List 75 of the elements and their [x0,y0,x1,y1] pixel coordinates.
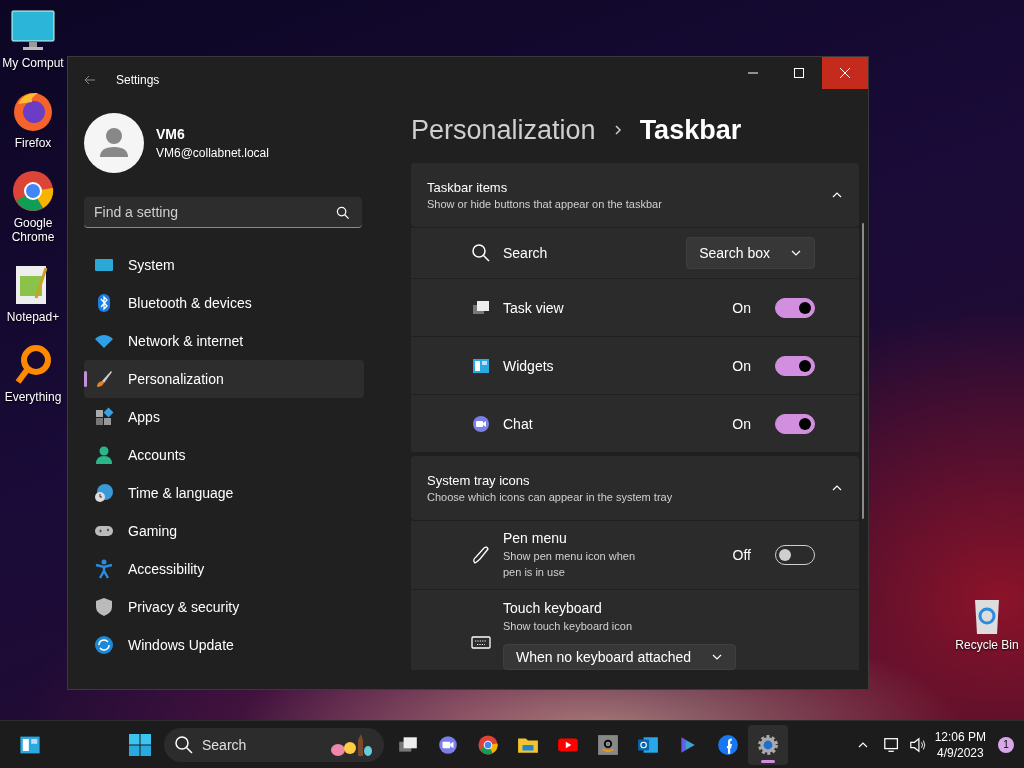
section-subtitle: Choose which icons can appear in the system tray [427,491,674,503]
speaker-icon [908,735,927,754]
section-header[interactable]: System tray icons Choose which icons can appear in the system tray [411,456,859,520]
desktop-icon-label[interactable]: Recycle Bin [955,638,1019,652]
setting-label: Task view [503,299,565,316]
nav-item[interactable]: Apps [84,398,364,436]
dropdown[interactable]: Search box [686,237,815,269]
person-icon [94,445,114,465]
accessibility-icon [94,559,114,579]
nav-item[interactable]: Gaming [84,512,364,550]
notification-badge[interactable]: 1 [998,736,1014,753]
maximize-icon [794,68,804,78]
nav-item[interactable]: Personalization [84,360,364,398]
window-title: Settings [116,73,160,87]
globe-clock-icon [94,483,114,503]
chat-camera-icon [437,733,459,756]
apps-icon [94,407,114,427]
taskbar-search-field[interactable]: Search [164,727,384,762]
clock-time[interactable]: 12:06 PM [934,728,986,745]
nav-item[interactable]: Windows Update [84,626,364,664]
user-email: VM6@collabnet.local [156,146,269,160]
nav-item[interactable]: Bluetooth & devices [84,284,364,322]
pen-icon [471,545,491,565]
chrome-icon [477,733,499,756]
toggle-state: Off [732,547,751,563]
desktop-icon-label[interactable]: Everything [4,390,62,404]
chrome-icon [10,168,56,214]
breadcrumb-link[interactable]: Personalization [411,114,596,146]
dropdown[interactable]: When no keyboard attached [503,644,737,670]
nav-item[interactable]: Network & internet [84,322,364,360]
back-arrow-icon [84,74,96,86]
settings-icon [757,733,779,756]
setting-label: Widgets [503,357,555,374]
nav-item[interactable]: Privacy & security [84,588,364,626]
desktop-icon-label[interactable]: Notepad+ [6,310,60,324]
nav-item[interactable]: System [84,246,364,284]
facebook-icon [717,733,739,756]
nav-item[interactable]: Accounts [84,436,364,474]
user-name: VM6 [156,126,186,142]
desktop-icon-label[interactable]: Google Chrome [1,216,65,244]
taskbar-app-button[interactable] [748,724,788,765]
setting-label: Touch keyboard [503,600,603,616]
network-icon [882,735,901,754]
toggle-state: On [732,357,751,374]
search-icon [471,243,491,263]
search-icon [336,205,350,220]
brush-icon [94,369,114,389]
setting-label: Chat [503,415,534,432]
nav-item[interactable]: Accessibility [84,550,364,588]
shield-icon [94,597,114,617]
sync-icon [94,635,114,655]
chat-camera-icon [471,413,491,434]
scrollbar[interactable] [862,223,864,519]
windows-logo-icon [128,732,152,757]
nav-item[interactable]: Time & language [84,474,364,512]
toggle-state: On [732,415,751,432]
toggle-switch[interactable] [775,355,815,376]
search-icon [174,734,194,755]
close-icon [840,68,850,78]
section-subtitle: Show or hide buttons that appear on the taskbar [427,198,663,210]
section-header[interactable]: Taskbar items Show or hide buttons that appear on the taskbar [411,163,859,227]
setting-description: Show touch keyboard icon [503,619,634,634]
desktop-icon-label[interactable]: My Comput [2,56,64,70]
clock-date[interactable]: 4/9/2023 [936,744,984,761]
toggle-switch[interactable] [775,297,815,318]
toggle-switch[interactable] [775,413,815,434]
section-title: Taskbar items [427,180,509,195]
page-title: Taskbar [639,114,742,146]
setting-label: Search [503,245,549,261]
desktop-icon-label[interactable]: Firefox [14,136,52,150]
setting-description: Show pen menu icon when pen is in use [503,549,637,580]
toggle-state: On [732,299,751,316]
section-title: System tray icons [427,473,531,488]
setting-search-field[interactable]: Find a setting [84,197,362,228]
setting-label: Pen menu [503,530,568,546]
